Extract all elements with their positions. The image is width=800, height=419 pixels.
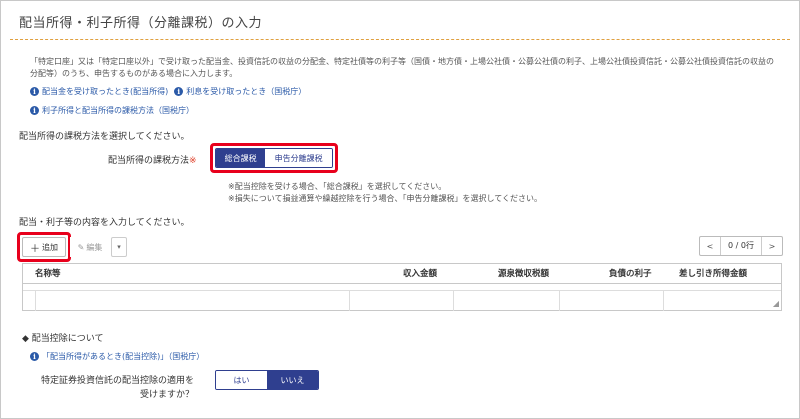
required-mark: ※ [189, 156, 197, 166]
column-header-withholding: 源泉徴収税額 [498, 269, 550, 279]
taxation-note-2: ※損失について損益通算や繰越控除を行う場合、「申告分離課税」を選択してください。 [228, 194, 542, 203]
link-tax-method[interactable]: 利子所得と配当所得の課税方法（国税庁） [42, 105, 194, 116]
deduction-question: 特定証券投資信託の配当控除の適用を 受けますか？ [20, 374, 194, 402]
column-header-name: 名称等 [35, 269, 61, 279]
deduction-yes-no-toggle: はい いいえ [215, 370, 319, 390]
pencil-icon: ✎ [77, 242, 85, 252]
deduction-question-line2: 受けますか？ [139, 390, 194, 400]
link-interest-received[interactable]: 利息を受け取ったとき（国税庁） [186, 86, 306, 97]
edit-button-label: 編集 [86, 242, 103, 252]
option-separate-taxation[interactable]: 申告分離課税 [265, 149, 332, 167]
taxation-heading: 配当所得の課税方法を選択してください。 [19, 132, 190, 142]
taxation-method-label-text: 配当所得の課税方法 [108, 156, 190, 166]
pager: < 0 / 0行 > [699, 236, 783, 256]
add-button[interactable]: ＋ 追加 [22, 237, 66, 257]
help-links-row: i 配当金を受け取ったとき(配当所得) i 利息を受け取ったとき（国税庁） [30, 86, 306, 97]
deduction-title-text: 配当控除について [31, 334, 104, 344]
plus-icon: ＋ [30, 243, 40, 255]
column-header-debt-interest: 負債の利子 [609, 269, 652, 279]
info-icon: i [30, 87, 39, 96]
taxation-method-toggle: 総合課税 申告分離課税 [215, 148, 333, 168]
deduction-section-title: ◆ 配当控除について [22, 331, 104, 344]
table-row-empty [23, 290, 781, 311]
cell-divider [35, 291, 36, 311]
option-yes[interactable]: はい [216, 371, 267, 389]
info-icon: i [30, 106, 39, 115]
taxation-note-1: ※配当控除を受ける場合、「総合課税」を選択してください。 [228, 182, 447, 191]
cell-divider [559, 291, 560, 311]
pager-status: 0 / 0行 [720, 237, 762, 255]
details-heading: 配当・利子等の内容を入力してください。 [19, 218, 190, 228]
title-divider [10, 39, 790, 40]
resize-grip-icon[interactable]: ◢ [773, 299, 779, 308]
link-dividend-deduction[interactable]: 「配当所得があるとき(配当控除)」（国税庁） [42, 351, 204, 362]
cell-divider [349, 291, 350, 311]
option-comprehensive-taxation[interactable]: 総合課税 [216, 149, 266, 167]
page-title: 配当所得・利子所得（分離課税）の入力 [19, 16, 263, 31]
help-links-row: i 利子所得と配当所得の課税方法（国税庁） [30, 105, 194, 116]
diamond-bullet-icon: ◆ [22, 334, 29, 344]
column-header-net-income: 差し引き所得金額 [679, 269, 748, 279]
table-header: 名称等 収入金額 源泉徴収税額 負債の利子 差し引き所得金額 [23, 264, 781, 284]
edit-button[interactable]: ✎ 編集 [70, 237, 110, 257]
taxation-method-label: 配当所得の課税方法※ [108, 153, 197, 166]
pager-next-button[interactable]: > [762, 242, 782, 251]
pager-prev-button[interactable]: < [700, 242, 720, 251]
add-button-label: 追加 [42, 242, 58, 252]
info-icon: i [174, 87, 184, 96]
option-no[interactable]: いいえ [267, 371, 318, 389]
cell-divider [453, 291, 454, 311]
more-dropdown-button[interactable]: ▾ [111, 237, 127, 257]
intro-text: 「特定口座」又は「特定口座以外」で受け取った配当金、投資信託の収益の分配金、特定… [30, 57, 774, 78]
column-header-income: 収入金額 [403, 269, 438, 279]
info-icon: i [30, 352, 39, 361]
details-table: 名称等 収入金額 源泉徴収税額 負債の利子 差し引き所得金額 ◢ [22, 263, 782, 311]
deduction-link-row: i 「配当所得があるとき(配当控除)」（国税庁） [30, 351, 204, 362]
link-dividend-received[interactable]: 配当金を受け取ったとき(配当所得) [42, 86, 168, 97]
deduction-question-line1: 特定証券投資信託の配当控除の適用を [40, 376, 194, 386]
cell-divider [663, 291, 664, 311]
